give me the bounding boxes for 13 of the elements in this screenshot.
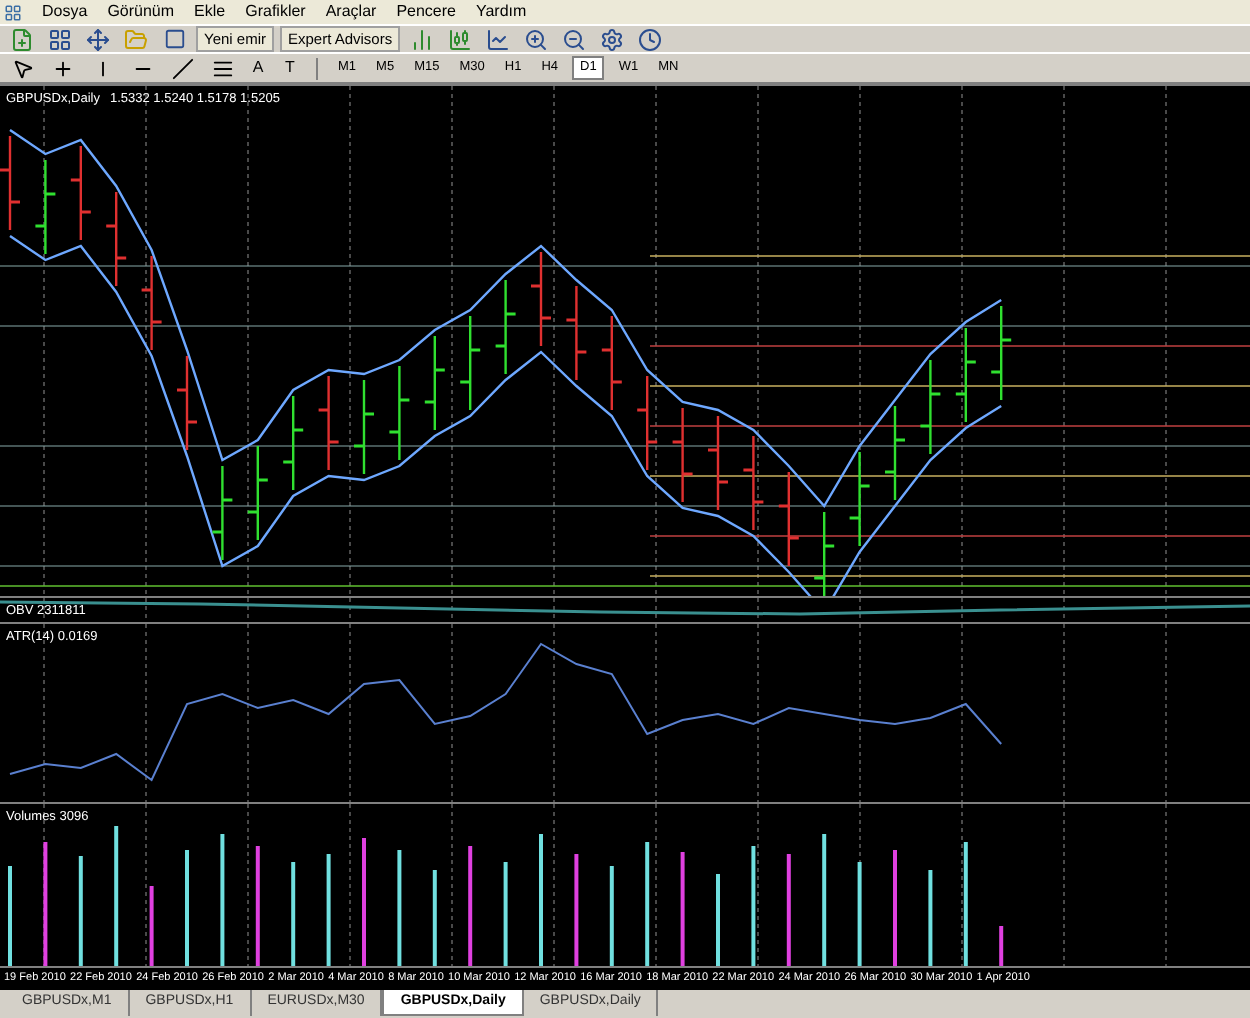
menu-item[interactable]: Pencere <box>396 0 456 24</box>
menu-item[interactable]: Yardım <box>475 0 527 24</box>
grid-icon[interactable] <box>44 25 76 53</box>
menu-item[interactable]: Araçlar <box>325 0 377 24</box>
menu-item[interactable]: Görünüm <box>107 0 175 24</box>
clock-icon[interactable] <box>634 25 667 53</box>
move-icon[interactable] <box>82 25 114 53</box>
text-tool[interactable]: A <box>246 56 270 80</box>
menu-item[interactable]: Ekle <box>194 0 226 24</box>
text-tool[interactable]: T <box>278 56 302 80</box>
app-menu-icon[interactable] <box>4 3 22 21</box>
menu-item[interactable]: Grafikler <box>245 0 306 24</box>
menu-item[interactable]: Dosya <box>42 0 88 24</box>
